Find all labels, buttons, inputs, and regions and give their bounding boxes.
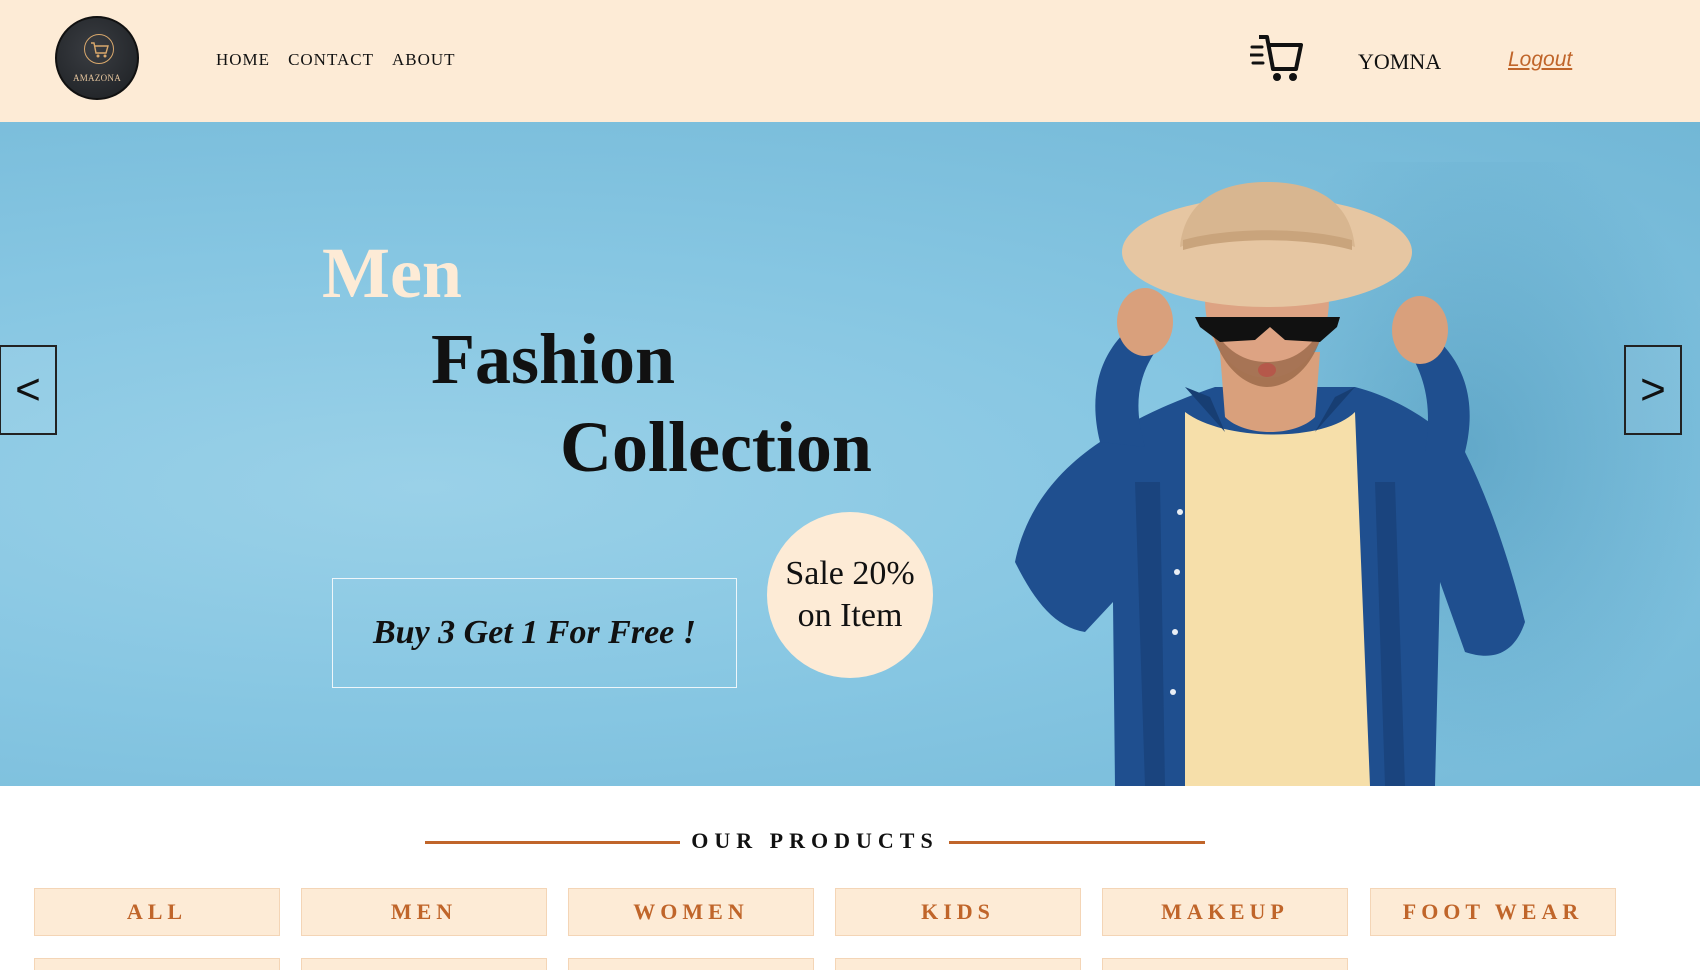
shopping-cart-icon[interactable] [1248,33,1304,83]
category-kids-button[interactable]: KIDS [835,888,1081,936]
slider-prev-button[interactable]: < [0,345,57,435]
promo-text: Buy 3 Get 1 For Free ! [373,614,696,651]
product-card[interactable] [568,958,814,970]
promo-box: Buy 3 Get 1 For Free ! [332,578,737,688]
category-men-button[interactable]: MEN [301,888,547,936]
nav-contact-link[interactable]: CONTACT [288,50,374,70]
hero-title-collection: Collection [560,407,872,487]
heading-divider-left [425,841,680,844]
category-all-button[interactable]: ALL [34,888,280,936]
user-name: YOMNA [1358,49,1442,74]
hero-slider: Men Fashion Collection Buy 3 Get 1 For F… [0,122,1700,786]
category-women-button[interactable]: WOMEN [568,888,814,936]
nav-home-link[interactable]: HOME [216,50,270,70]
sale-badge-line-1: Sale 20% [785,555,915,592]
top-navbar: AMAZONA HOME CONTACT ABOUT YOMNA Logout [0,0,1700,122]
sale-badge: Sale 20% on Item [767,512,933,678]
hero-title-fashion: Fashion [431,319,676,399]
products-heading-text: OUR PRODUCTS [691,828,939,853]
hero-model-image [1015,182,1525,786]
product-card[interactable] [34,958,280,970]
products-heading: OUR PRODUCTS [0,826,1700,856]
logout-link[interactable]: Logout [1508,48,1572,72]
amazona-logo[interactable]: AMAZONA [55,16,139,100]
hero-title-men: Men [322,233,462,313]
product-card[interactable] [301,958,547,970]
nav-about-link[interactable]: ABOUT [392,50,456,70]
main-nav: HOME CONTACT ABOUT [216,50,456,70]
product-card[interactable] [835,958,1081,970]
sale-badge-line-2: on Item [797,597,903,634]
heading-divider-right [949,841,1205,844]
category-makeup-button[interactable]: MAKEUP [1102,888,1348,936]
product-card[interactable] [1102,958,1348,970]
slider-next-button[interactable]: > [1624,345,1682,435]
logo-text: AMAZONA [72,73,122,83]
cart-logo-icon [84,34,114,64]
category-footwear-button[interactable]: FOOT WEAR [1370,888,1616,936]
